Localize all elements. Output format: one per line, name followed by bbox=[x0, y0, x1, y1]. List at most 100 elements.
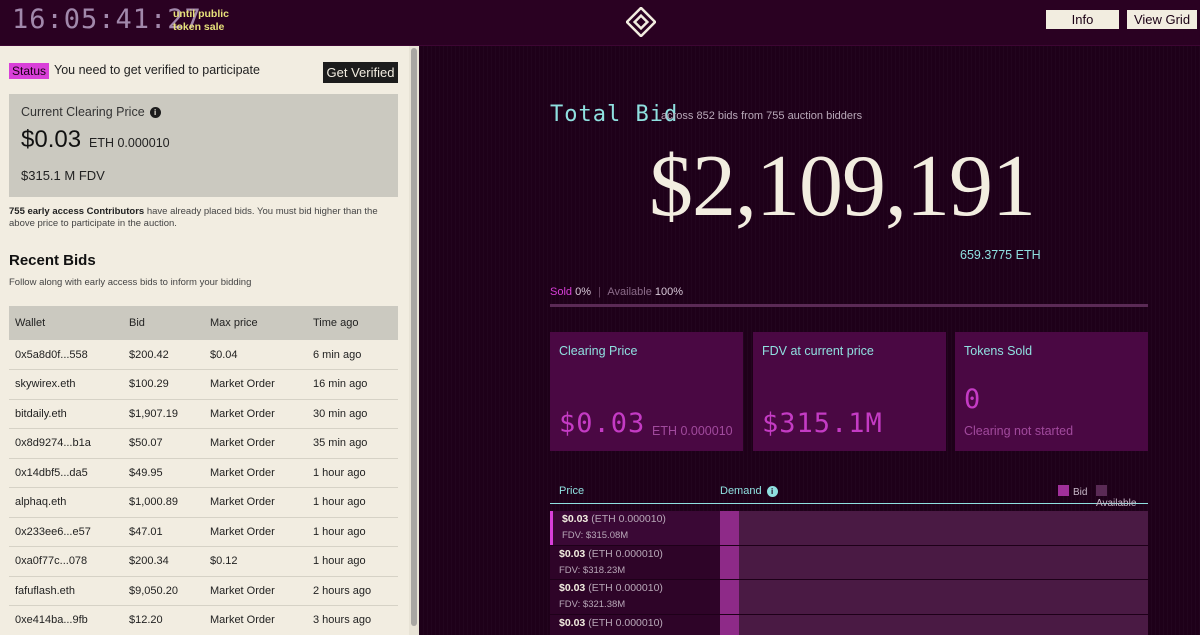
demand-row-price: $0.03 (ETH 0.000010) bbox=[559, 582, 663, 594]
max-price-cell: $0.12 bbox=[204, 546, 307, 577]
bid-cell: $1,000.89 bbox=[123, 487, 204, 518]
demand-row-available-bar bbox=[720, 545, 1148, 579]
demand-row-fdv: FDV: $318.23M bbox=[559, 564, 626, 576]
wallet-cell: skywirex.eth bbox=[9, 369, 123, 400]
table-row[interactable]: 0x233ee6...e57 $47.01 Market Order 1 hour a… bbox=[9, 517, 398, 547]
table-row[interactable]: alphaq.eth $1,000.89 Market Order 1 hour ag… bbox=[9, 487, 398, 518]
wallet-cell: 0xe414ba...9fb bbox=[9, 605, 123, 635]
table-row[interactable]: 0x5a8d0f...558 $200.42 $0.04 6 min ago bbox=[9, 340, 398, 370]
max-price-cell: Market Order bbox=[204, 428, 307, 459]
table-row[interactable]: fafuflash.eth $9,050.20 Market Order 2 hour… bbox=[9, 576, 398, 606]
demand-row-available-bar bbox=[720, 511, 1148, 545]
bid-cell: $50.07 bbox=[123, 428, 204, 459]
max-price-cell: Market Order bbox=[204, 517, 307, 547]
clearing-price-card-eth: ETH 0.000010 bbox=[652, 424, 733, 438]
max-price-cell: $0.04 bbox=[204, 340, 307, 370]
wallet-cell: 0x233ee6...e57 bbox=[9, 517, 123, 547]
max-price-cell: Market Order bbox=[204, 605, 307, 635]
clearing-price-card: Clearing Price $0.03 ETH 0.000010 bbox=[550, 332, 743, 451]
table-row[interactable]: bitdaily.eth $1,907.19 Market Order 30 min … bbox=[9, 399, 398, 429]
bid-cell: $100.29 bbox=[123, 369, 204, 400]
table-row[interactable]: skywirex.eth $100.29 Market Order 16 min ag… bbox=[9, 369, 398, 400]
demand-row[interactable]: $0.03 (ETH 0.000010) bbox=[550, 614, 1148, 635]
scrollbar-thumb[interactable] bbox=[411, 48, 417, 626]
demand-price-header: Price bbox=[559, 485, 585, 497]
get-verified-button[interactable]: Get Verified bbox=[323, 62, 398, 83]
demand-row-label: $0.03 (ETH 0.000010) bbox=[550, 614, 720, 635]
table-row[interactable]: 0xa0f77c...078 $200.34 $0.12 1 hour ago bbox=[9, 546, 398, 577]
scrollbar[interactable] bbox=[409, 46, 419, 635]
table-row[interactable]: 0xe414ba...9fb $12.20 Market Order 3 hours … bbox=[9, 605, 398, 635]
clearing-price-eth: ETH 0.000010 bbox=[89, 136, 170, 150]
demand-row-available-bar bbox=[720, 580, 1148, 614]
recent-bids-subtitle: Follow along with early access bids to i… bbox=[9, 277, 252, 288]
info-icon[interactable]: i bbox=[149, 107, 161, 118]
legend-bid: Bid bbox=[1058, 485, 1087, 498]
column-header-max-price: Max price bbox=[204, 306, 307, 340]
wallet-cell: 0xa0f77c...078 bbox=[9, 546, 123, 577]
fdv-card: FDV at current price $315.1M bbox=[753, 332, 946, 451]
legend-available: Available bbox=[1096, 485, 1148, 509]
demand-row[interactable]: $0.03 (ETH 0.000010) FDV: $318.23M bbox=[550, 545, 1148, 580]
wallet-cell: bitdaily.eth bbox=[9, 399, 123, 429]
table-row[interactable]: 0x14dbf5...da5 $49.95 Market Order 1 hour a… bbox=[9, 458, 398, 488]
countdown-label: until public token sale bbox=[173, 8, 229, 33]
demand-header-label: Demand i bbox=[720, 485, 778, 497]
bid-cell: $1,907.19 bbox=[123, 399, 204, 429]
total-bid-eth: 659.3775 ETH bbox=[960, 248, 1041, 262]
right-panel: Total Bid across 852 bids from 755 aucti… bbox=[419, 46, 1200, 635]
demand-row-fdv: FDV: $321.38M bbox=[559, 599, 626, 610]
table-header-row: Wallet Bid Max price Time ago bbox=[9, 306, 398, 340]
current-clearing-price-box: Current Clearing Price i $0.03 ETH 0.0000… bbox=[9, 94, 398, 197]
demand-rows: $0.03 (ETH 0.000010) FDV: $315.08M $0.03 (… bbox=[550, 511, 1148, 635]
max-price-cell: Market Order bbox=[204, 458, 307, 488]
total-bid-title: Total Bid bbox=[550, 102, 679, 127]
demand-info-icon[interactable]: i bbox=[766, 486, 778, 497]
top-bar: 16:05:41:27 until public token sale Info… bbox=[0, 0, 1200, 46]
time-ago-cell: 1 hour ago bbox=[307, 458, 398, 488]
demand-row[interactable]: $0.03 (ETH 0.000010) FDV: $315.08M bbox=[550, 511, 1148, 546]
bid-cell: $9,050.20 bbox=[123, 576, 204, 606]
time-ago-cell: 6 min ago bbox=[307, 340, 398, 370]
wallet-cell: 0x8d9274...b1a bbox=[9, 428, 123, 459]
table-row[interactable]: 0x8d9274...b1a $50.07 Market Order 35 min a… bbox=[9, 428, 398, 459]
sold-available-row: Sold 0% | Available 100% bbox=[550, 286, 684, 298]
bid-cell: $49.95 bbox=[123, 458, 204, 488]
max-price-cell: Market Order bbox=[204, 576, 307, 606]
max-price-cell: Market Order bbox=[204, 399, 307, 429]
status-badge: Status bbox=[9, 63, 50, 79]
wallet-cell: fafuflash.eth bbox=[9, 576, 123, 606]
clearing-price-label: Current Clearing Price i bbox=[21, 105, 161, 119]
recent-bids-table: Wallet Bid Max price Time ago 0x5a8d0f..… bbox=[9, 306, 398, 635]
total-bid-subtitle: across 852 bids from 755 auction bidders bbox=[661, 110, 863, 122]
demand-row[interactable]: $0.03 (ETH 0.000010) FDV: $321.38M bbox=[550, 580, 1148, 615]
bid-cell: $200.42 bbox=[123, 340, 204, 370]
demand-row-bid-bar bbox=[720, 511, 740, 545]
legend-available-swatch bbox=[1096, 485, 1107, 496]
demand-row-label: $0.03 (ETH 0.000010) FDV: $318.23M bbox=[550, 545, 720, 579]
legend-bid-swatch bbox=[1058, 485, 1069, 496]
tokens-sold-value: 0 bbox=[964, 384, 982, 415]
time-ago-cell: 1 hour ago bbox=[307, 487, 398, 518]
status-row: Status You need to get verified to parti… bbox=[9, 62, 398, 84]
max-price-cell: Market Order bbox=[204, 487, 307, 518]
wallet-cell: 0x14dbf5...da5 bbox=[9, 458, 123, 488]
info-button[interactable]: Info bbox=[1046, 10, 1119, 29]
clearing-price-card-value: $0.03 bbox=[559, 408, 646, 439]
demand-row-price: $0.03 (ETH 0.000010) bbox=[559, 547, 663, 560]
sold-progress-bar bbox=[550, 304, 1148, 307]
diamond-logo-icon[interactable] bbox=[626, 7, 656, 37]
time-ago-cell: 1 hour ago bbox=[307, 546, 398, 577]
recent-bids-title: Recent Bids bbox=[9, 252, 96, 269]
demand-row-label: $0.03 (ETH 0.000010) FDV: $321.38M bbox=[550, 580, 720, 614]
view-grid-button[interactable]: View Grid bbox=[1127, 10, 1197, 29]
demand-row-price: $0.03 (ETH 0.000010) bbox=[559, 616, 663, 629]
left-panel: Status You need to get verified to parti… bbox=[0, 46, 419, 635]
demand-row-fdv: FDV: $315.08M bbox=[562, 530, 629, 541]
column-header-time-ago: Time ago bbox=[307, 306, 398, 340]
bid-cell: $47.01 bbox=[123, 517, 204, 547]
tokens-sold-status: Clearing not started bbox=[964, 424, 1074, 438]
time-ago-cell: 3 hours ago bbox=[307, 605, 398, 635]
column-header-bid: Bid bbox=[123, 306, 204, 340]
bid-cell: $12.20 bbox=[123, 605, 204, 635]
